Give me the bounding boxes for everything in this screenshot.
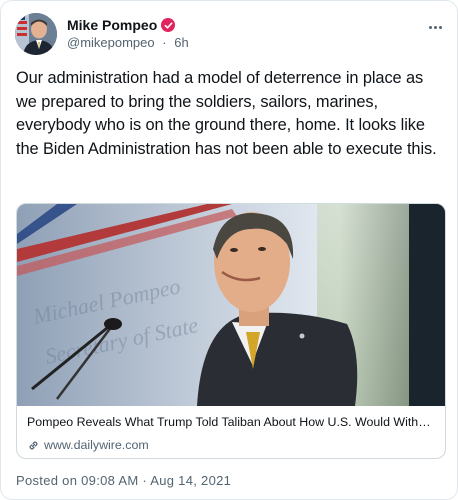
tweet-text: Our administration had a model of deterr…: [16, 69, 437, 158]
tweet-card: Mike Pompeo @mikepompeo · 6h Our adminis…: [0, 0, 458, 500]
link-preview-image: Michael Pompeo Secretary of State: [17, 204, 445, 406]
verified-badge-icon: [161, 18, 176, 32]
more-dots-icon[interactable]: [425, 19, 445, 35]
posted-timestamp[interactable]: Posted on 09:08 AM · Aug 14, 2021: [16, 473, 231, 488]
separator-dot: ·: [162, 35, 167, 50]
author-handle-row: @mikepompeo · 6h: [67, 35, 189, 50]
link-domain-row: www.dailywire.com: [27, 438, 149, 452]
author-name-row: Mike Pompeo: [67, 17, 176, 33]
avatar[interactable]: [15, 13, 57, 55]
author-name[interactable]: Mike Pompeo: [67, 17, 157, 33]
time-ago[interactable]: 6h: [174, 35, 188, 50]
author-handle[interactable]: @mikepompeo: [67, 35, 155, 50]
link-domain[interactable]: www.dailywire.com: [44, 438, 149, 452]
link-chain-icon: [27, 439, 40, 452]
link-preview-card[interactable]: Michael Pompeo Secretary of State Pompeo…: [16, 203, 446, 459]
link-title[interactable]: Pompeo Reveals What Trump Told Taliban A…: [27, 415, 437, 429]
tweet-header: Mike Pompeo @mikepompeo · 6h: [15, 13, 445, 57]
